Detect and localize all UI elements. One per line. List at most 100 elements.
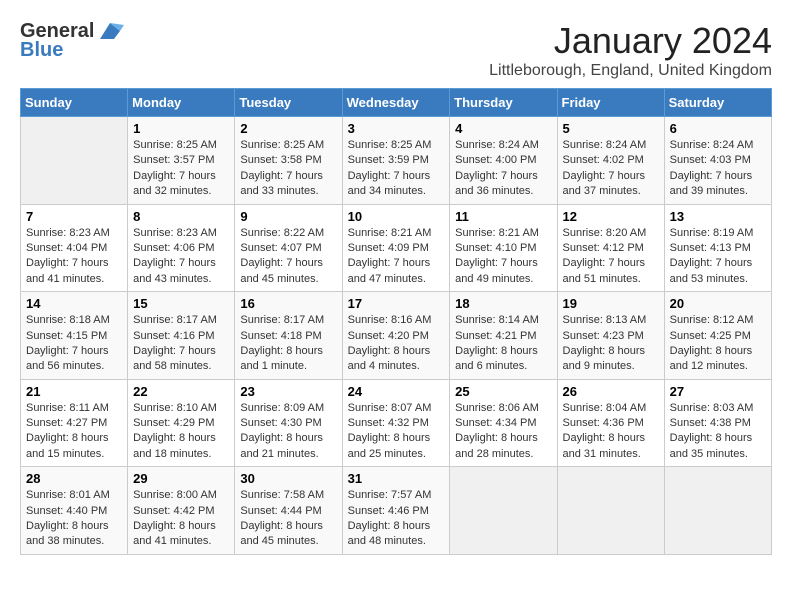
day-number: 2 bbox=[240, 121, 336, 136]
day-info: Sunrise: 8:21 AMSunset: 4:10 PMDaylight:… bbox=[455, 226, 551, 288]
calendar-cell: 2 Sunrise: 8:25 AMSunset: 3:58 PMDaylight… bbox=[235, 117, 342, 205]
day-number: 22 bbox=[133, 384, 229, 399]
calendar-cell: 11 Sunrise: 8:21 AMSunset: 4:10 PMDayligh… bbox=[450, 204, 557, 292]
day-info: Sunrise: 8:03 AMSunset: 4:38 PMDaylight:… bbox=[670, 401, 766, 463]
day-info: Sunrise: 8:25 AMSunset: 3:59 PMDaylight:… bbox=[348, 138, 445, 200]
day-info: Sunrise: 8:16 AMSunset: 4:20 PMDaylight:… bbox=[348, 313, 445, 375]
day-number: 6 bbox=[670, 121, 766, 136]
calendar-week-row: 7 Sunrise: 8:23 AMSunset: 4:04 PMDaylight… bbox=[21, 204, 772, 292]
logo-icon bbox=[96, 21, 124, 43]
calendar-title: January 2024 bbox=[489, 20, 772, 62]
column-header-wednesday: Wednesday bbox=[342, 89, 450, 117]
day-info: Sunrise: 8:25 AMSunset: 3:58 PMDaylight:… bbox=[240, 138, 336, 200]
day-info: Sunrise: 8:24 AMSunset: 4:03 PMDaylight:… bbox=[670, 138, 766, 200]
title-area: January 2024 Littleborough, England, Uni… bbox=[489, 20, 772, 80]
day-number: 30 bbox=[240, 471, 336, 486]
calendar-cell: 16 Sunrise: 8:17 AMSunset: 4:18 PMDayligh… bbox=[235, 292, 342, 380]
column-header-monday: Monday bbox=[128, 89, 235, 117]
day-info: Sunrise: 7:58 AMSunset: 4:44 PMDaylight:… bbox=[240, 488, 336, 550]
calendar-cell: 19 Sunrise: 8:13 AMSunset: 4:23 PMDayligh… bbox=[557, 292, 664, 380]
day-number: 24 bbox=[348, 384, 445, 399]
column-header-saturday: Saturday bbox=[664, 89, 771, 117]
day-info: Sunrise: 8:17 AMSunset: 4:18 PMDaylight:… bbox=[240, 313, 336, 375]
calendar-cell: 10Sunrise: 8:21 AMSunset: 4:09 PMDayligh… bbox=[342, 204, 450, 292]
day-info: Sunrise: 8:00 AMSunset: 4:42 PMDaylight:… bbox=[133, 488, 229, 550]
day-number: 11 bbox=[455, 209, 551, 224]
day-number: 7 bbox=[26, 209, 122, 224]
logo-blue: Blue bbox=[20, 39, 63, 62]
day-info: Sunrise: 8:17 AMSunset: 4:16 PMDaylight:… bbox=[133, 313, 229, 375]
day-info: Sunrise: 8:11 AMSunset: 4:27 PMDaylight:… bbox=[26, 401, 122, 463]
calendar-cell: 5 Sunrise: 8:24 AMSunset: 4:02 PMDaylight… bbox=[557, 117, 664, 205]
day-info: Sunrise: 8:14 AMSunset: 4:21 PMDaylight:… bbox=[455, 313, 551, 375]
day-number: 18 bbox=[455, 296, 551, 311]
day-info: Sunrise: 8:20 AMSunset: 4:12 PMDaylight:… bbox=[563, 226, 659, 288]
calendar-subtitle: Littleborough, England, United Kingdom bbox=[489, 62, 772, 80]
calendar-cell: 20 Sunrise: 8:12 AMSunset: 4:25 PMDayligh… bbox=[664, 292, 771, 380]
day-info: Sunrise: 8:13 AMSunset: 4:23 PMDaylight:… bbox=[563, 313, 659, 375]
day-number: 25 bbox=[455, 384, 551, 399]
calendar-cell: 7 Sunrise: 8:23 AMSunset: 4:04 PMDaylight… bbox=[21, 204, 128, 292]
calendar-cell: 22Sunrise: 8:10 AMSunset: 4:29 PMDayligh… bbox=[128, 379, 235, 467]
day-info: Sunrise: 8:06 AMSunset: 4:34 PMDaylight:… bbox=[455, 401, 551, 463]
calendar-cell: 15 Sunrise: 8:17 AMSunset: 4:16 PMDayligh… bbox=[128, 292, 235, 380]
calendar-cell: 29Sunrise: 8:00 AMSunset: 4:42 PMDayligh… bbox=[128, 467, 235, 555]
day-info: Sunrise: 8:09 AMSunset: 4:30 PMDaylight:… bbox=[240, 401, 336, 463]
day-info: Sunrise: 7:57 AMSunset: 4:46 PMDaylight:… bbox=[348, 488, 445, 550]
calendar-week-row: 1Sunrise: 8:25 AMSunset: 3:57 PMDaylight… bbox=[21, 117, 772, 205]
day-info: Sunrise: 8:04 AMSunset: 4:36 PMDaylight:… bbox=[563, 401, 659, 463]
day-info: Sunrise: 8:07 AMSunset: 4:32 PMDaylight:… bbox=[348, 401, 445, 463]
calendar-cell bbox=[557, 467, 664, 555]
day-number: 4 bbox=[455, 121, 551, 136]
calendar-header-row: SundayMondayTuesdayWednesdayThursdayFrid… bbox=[21, 89, 772, 117]
day-info: Sunrise: 8:23 AMSunset: 4:04 PMDaylight:… bbox=[26, 226, 122, 288]
day-number: 5 bbox=[563, 121, 659, 136]
calendar-cell bbox=[664, 467, 771, 555]
day-number: 3 bbox=[348, 121, 445, 136]
day-number: 27 bbox=[670, 384, 766, 399]
day-number: 28 bbox=[26, 471, 122, 486]
calendar-week-row: 21 Sunrise: 8:11 AMSunset: 4:27 PMDayligh… bbox=[21, 379, 772, 467]
day-number: 23 bbox=[240, 384, 336, 399]
day-number: 9 bbox=[240, 209, 336, 224]
calendar-cell: 13Sunrise: 8:19 AMSunset: 4:13 PMDayligh… bbox=[664, 204, 771, 292]
day-number: 12 bbox=[563, 209, 659, 224]
calendar-cell: 14 Sunrise: 8:18 AMSunset: 4:15 PMDayligh… bbox=[21, 292, 128, 380]
day-info: Sunrise: 8:21 AMSunset: 4:09 PMDaylight:… bbox=[348, 226, 445, 288]
calendar-cell bbox=[450, 467, 557, 555]
day-info: Sunrise: 8:12 AMSunset: 4:25 PMDaylight:… bbox=[670, 313, 766, 375]
day-number: 14 bbox=[26, 296, 122, 311]
day-number: 21 bbox=[26, 384, 122, 399]
day-number: 31 bbox=[348, 471, 445, 486]
calendar-cell: 17Sunrise: 8:16 AMSunset: 4:20 PMDayligh… bbox=[342, 292, 450, 380]
day-info: Sunrise: 8:24 AMSunset: 4:00 PMDaylight:… bbox=[455, 138, 551, 200]
calendar-week-row: 28 Sunrise: 8:01 AMSunset: 4:40 PMDayligh… bbox=[21, 467, 772, 555]
calendar-cell: 30 Sunrise: 7:58 AMSunset: 4:44 PMDayligh… bbox=[235, 467, 342, 555]
calendar-cell: 6 Sunrise: 8:24 AMSunset: 4:03 PMDaylight… bbox=[664, 117, 771, 205]
calendar-cell: 18 Sunrise: 8:14 AMSunset: 4:21 PMDayligh… bbox=[450, 292, 557, 380]
day-number: 15 bbox=[133, 296, 229, 311]
column-header-friday: Friday bbox=[557, 89, 664, 117]
calendar-cell: 23 Sunrise: 8:09 AMSunset: 4:30 PMDayligh… bbox=[235, 379, 342, 467]
logo: General Blue bbox=[20, 20, 124, 62]
day-info: Sunrise: 8:01 AMSunset: 4:40 PMDaylight:… bbox=[26, 488, 122, 550]
calendar-cell: 26Sunrise: 8:04 AMSunset: 4:36 PMDayligh… bbox=[557, 379, 664, 467]
day-number: 20 bbox=[670, 296, 766, 311]
day-info: Sunrise: 8:24 AMSunset: 4:02 PMDaylight:… bbox=[563, 138, 659, 200]
day-number: 19 bbox=[563, 296, 659, 311]
calendar-cell: 1Sunrise: 8:25 AMSunset: 3:57 PMDaylight… bbox=[128, 117, 235, 205]
calendar-cell: 27 Sunrise: 8:03 AMSunset: 4:38 PMDayligh… bbox=[664, 379, 771, 467]
calendar-cell: 25 Sunrise: 8:06 AMSunset: 4:34 PMDayligh… bbox=[450, 379, 557, 467]
calendar-week-row: 14 Sunrise: 8:18 AMSunset: 4:15 PMDayligh… bbox=[21, 292, 772, 380]
column-header-sunday: Sunday bbox=[21, 89, 128, 117]
column-header-tuesday: Tuesday bbox=[235, 89, 342, 117]
calendar-cell: 28 Sunrise: 8:01 AMSunset: 4:40 PMDayligh… bbox=[21, 467, 128, 555]
calendar-cell: 4 Sunrise: 8:24 AMSunset: 4:00 PMDaylight… bbox=[450, 117, 557, 205]
day-number: 16 bbox=[240, 296, 336, 311]
calendar-cell: 12 Sunrise: 8:20 AMSunset: 4:12 PMDayligh… bbox=[557, 204, 664, 292]
calendar-cell: 3 Sunrise: 8:25 AMSunset: 3:59 PMDaylight… bbox=[342, 117, 450, 205]
calendar-cell: 21 Sunrise: 8:11 AMSunset: 4:27 PMDayligh… bbox=[21, 379, 128, 467]
calendar-cell: 31 Sunrise: 7:57 AMSunset: 4:46 PMDayligh… bbox=[342, 467, 450, 555]
day-info: Sunrise: 8:18 AMSunset: 4:15 PMDaylight:… bbox=[26, 313, 122, 375]
day-info: Sunrise: 8:19 AMSunset: 4:13 PMDaylight:… bbox=[670, 226, 766, 288]
